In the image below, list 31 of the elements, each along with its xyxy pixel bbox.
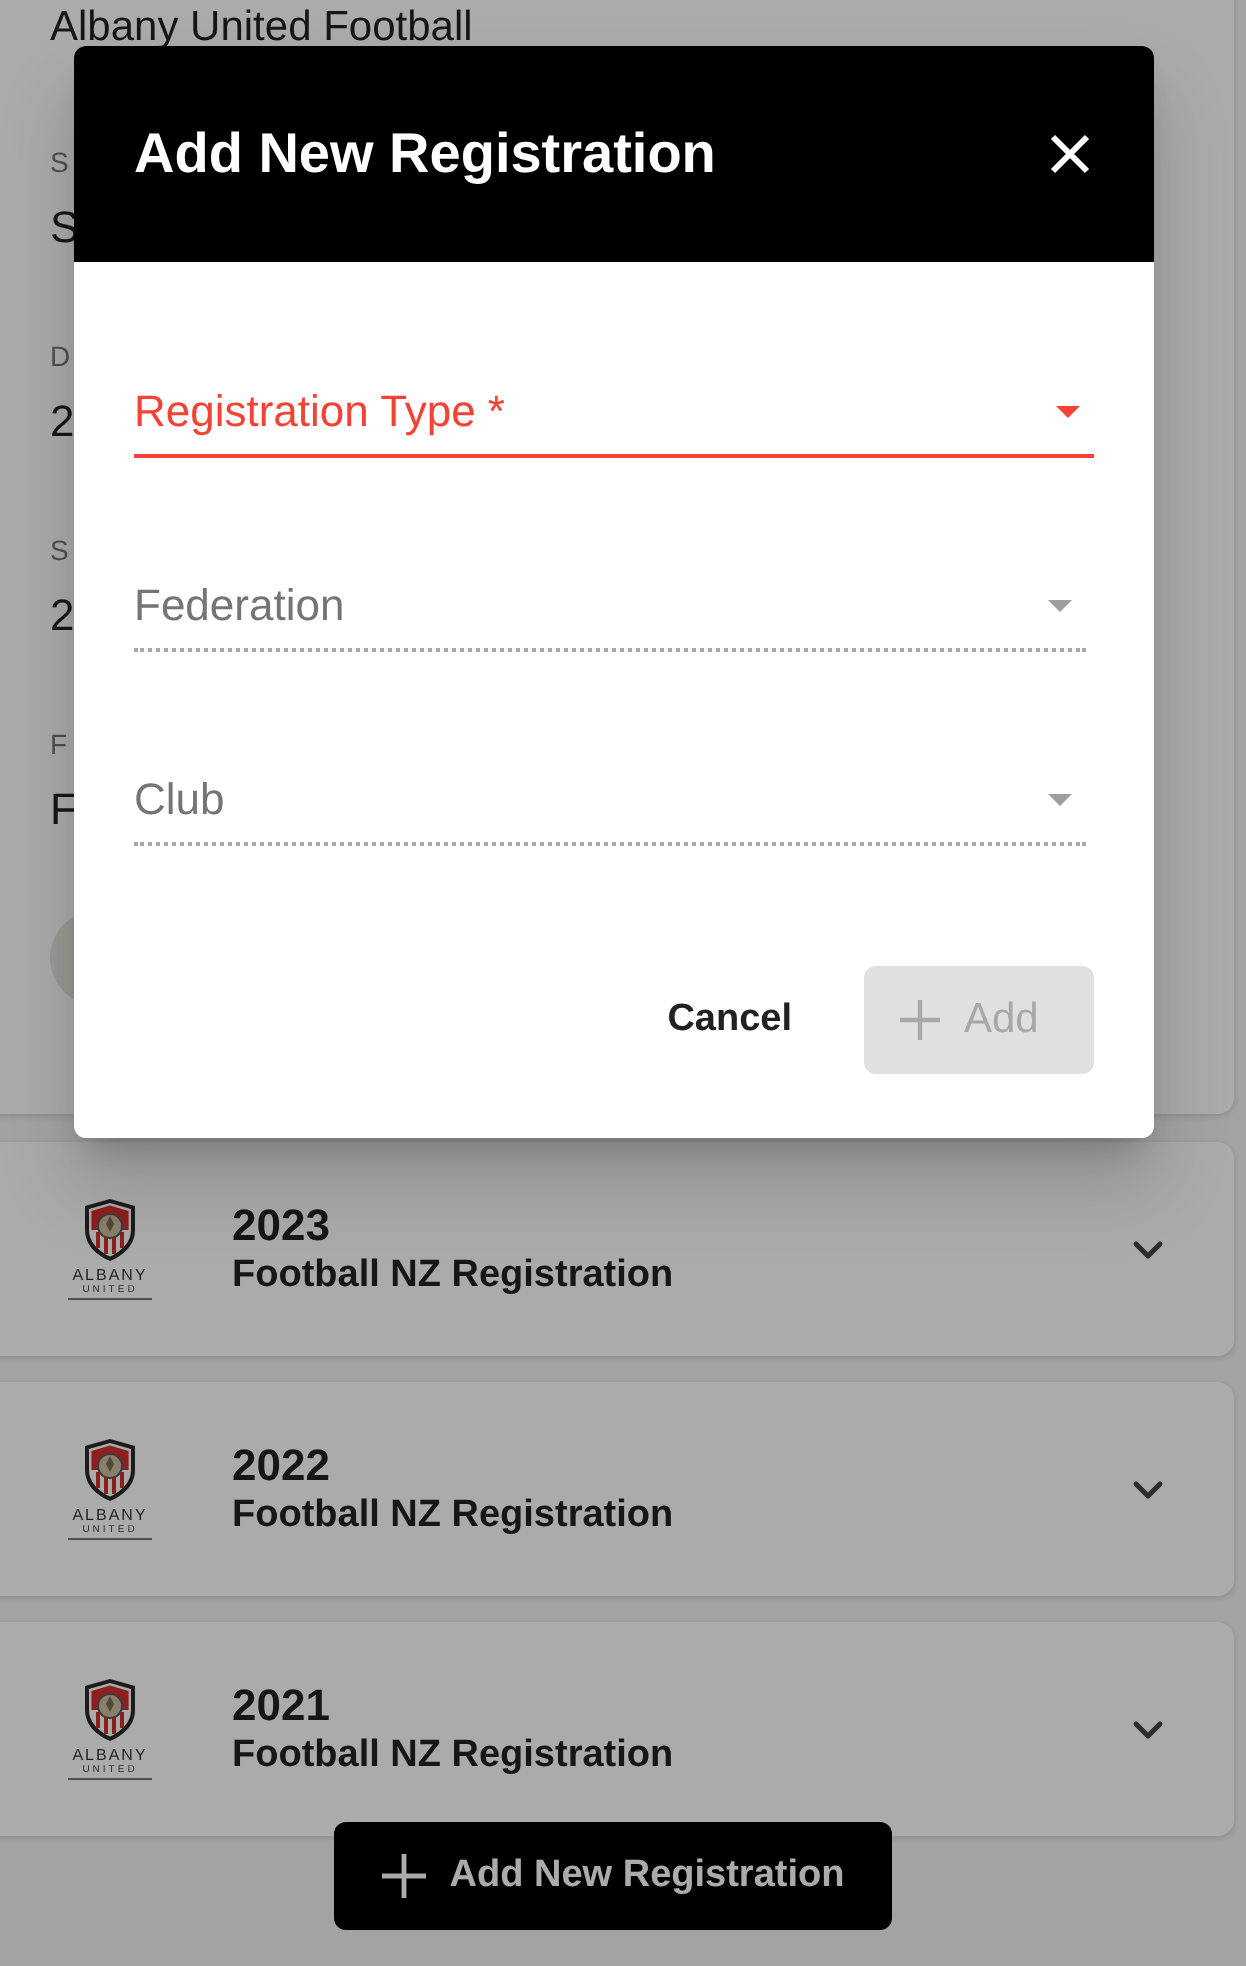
logo-text: ALBANY <box>72 1506 148 1524</box>
registration-year: 2022 <box>232 1439 330 1491</box>
plus-icon <box>381 1854 426 1898</box>
add-registration-button[interactable]: Add New Registration <box>334 1822 892 1930</box>
close-button[interactable] <box>1050 134 1090 174</box>
close-icon <box>1050 134 1090 174</box>
shield-crest-icon <box>84 1678 136 1742</box>
registration-title: Football NZ Registration <box>232 1251 674 1299</box>
dialog-title: Add New Registration <box>134 122 716 186</box>
plus-icon <box>900 1000 940 1040</box>
club-name: Albany United Football <box>50 4 473 54</box>
logo-text: ALBANY <box>72 1746 148 1764</box>
field-label: F <box>50 726 68 764</box>
cancel-button[interactable]: Cancel <box>643 966 816 1074</box>
select-field[interactable]: Registration Type * <box>134 384 1094 458</box>
dropdown-arrow-icon <box>1048 794 1072 806</box>
field-label: S <box>50 532 69 570</box>
field-value: 2 <box>50 394 75 450</box>
dropdown-arrow-icon <box>1048 600 1072 612</box>
shield-crest-icon <box>84 1198 136 1262</box>
registration-year: 2023 <box>232 1199 330 1251</box>
field-label: D <box>50 338 71 376</box>
logo-text: ALBANY <box>72 1266 148 1284</box>
registration-title: Football NZ Registration <box>232 1491 674 1539</box>
field-value: F <box>50 782 77 838</box>
shield-crest-icon <box>84 1438 136 1502</box>
field-value: 2 <box>50 588 75 644</box>
registration-title: Football NZ Registration <box>232 1731 674 1779</box>
registration-year: 2021 <box>232 1679 330 1731</box>
dropdown-arrow-icon <box>1056 406 1080 418</box>
field-label: S <box>50 144 69 182</box>
